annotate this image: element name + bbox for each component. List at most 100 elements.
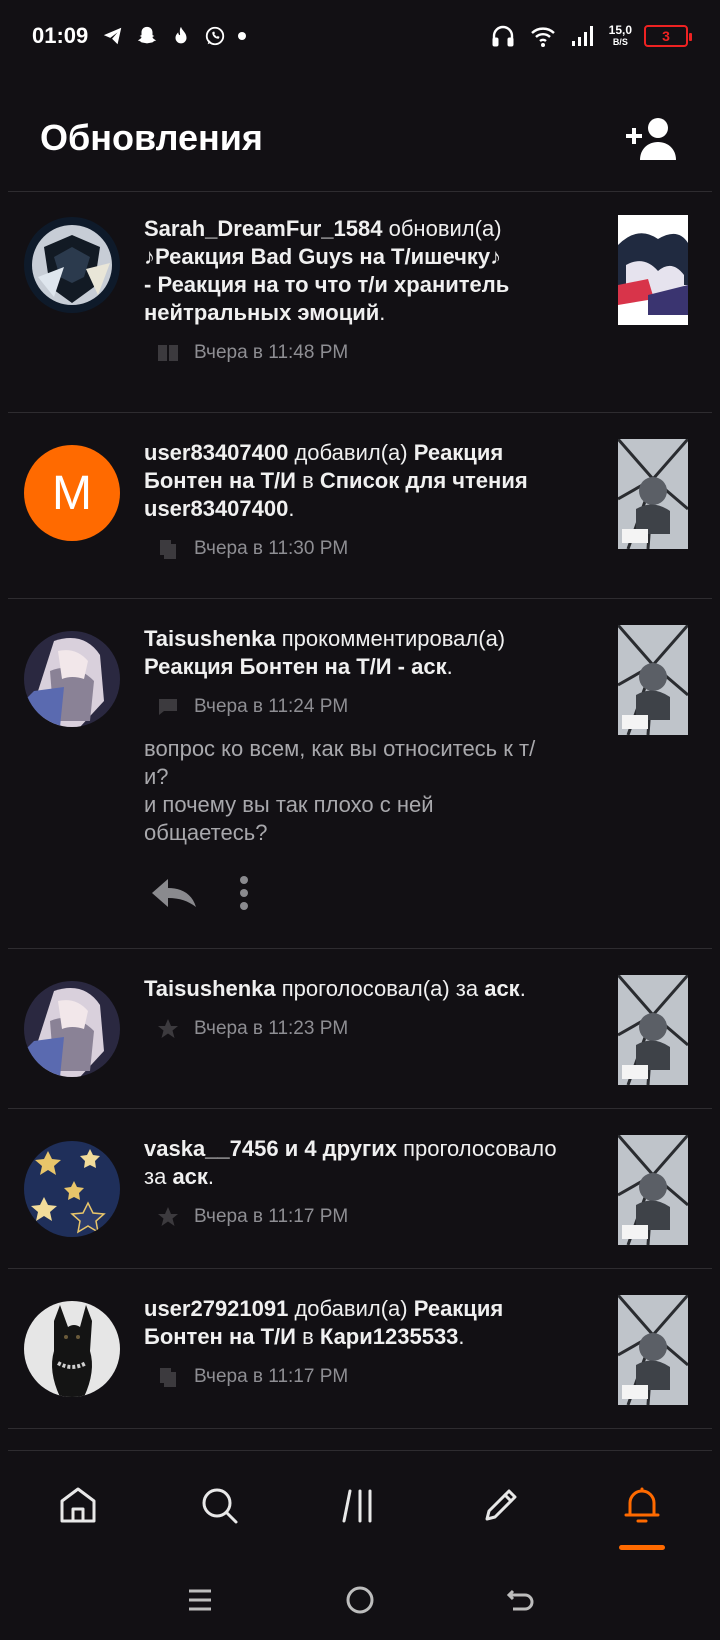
- add-person-icon: [626, 117, 676, 160]
- status-right: 15,0 B/S 3: [489, 22, 692, 50]
- item-meta: Вчера в 11:48 PM: [144, 341, 594, 365]
- item-meta: Вчера в 11:23 PM: [144, 1017, 594, 1041]
- action-text: в: [295, 468, 320, 493]
- list-item[interactable]: vaska__7456 и 4 других проголосовало за …: [8, 1109, 712, 1269]
- more-options-icon[interactable]: [238, 875, 250, 911]
- reading-list-link[interactable]: Кари1235533: [320, 1324, 459, 1349]
- timestamp: Вчера в 11:17 PM: [194, 1206, 349, 1227]
- story-cover[interactable]: [618, 439, 688, 549]
- part-link[interactable]: аск: [484, 976, 519, 1001]
- avatar[interactable]: [24, 1141, 120, 1237]
- item-text: Sarah_DreamFur_1584 обновил(а): [144, 215, 594, 243]
- item-body: Sarah_DreamFur_1584 обновил(а) ♪Реакция …: [144, 215, 594, 365]
- list-item[interactable]: Taisushenka прокомментировал(а) Реакция …: [8, 599, 712, 949]
- story-link[interactable]: ♪Реакция Bad Guys на Т/ишечку♪: [144, 244, 501, 269]
- avatar-image: [24, 981, 120, 1077]
- story-link[interactable]: Реакция: [414, 1296, 504, 1321]
- avatar-image: [24, 631, 120, 727]
- avatar-letter: M: [52, 466, 92, 520]
- story-cover[interactable]: [618, 1135, 688, 1245]
- part-link[interactable]: нейтральных эмоций: [144, 300, 379, 325]
- cover-image: [618, 975, 688, 1085]
- cover-image: [618, 439, 688, 549]
- item-text: user27921091 добавил(а) Реакция: [144, 1295, 594, 1323]
- flame-icon: [175, 26, 187, 44]
- story-title-line[interactable]: ♪Реакция Bad Guys на Т/ишечку♪: [144, 243, 594, 271]
- home-circle-icon[interactable]: [343, 1583, 377, 1617]
- user-link[interactable]: user83407400: [144, 440, 288, 465]
- comment-text[interactable]: вопрос ко всем, как вы относитесь к т/ и…: [144, 735, 594, 847]
- avatar[interactable]: [24, 1301, 120, 1397]
- story-link[interactable]: Реакция Бонтен на Т/И - аск: [144, 654, 447, 679]
- story-title-line[interactable]: нейтральных эмоций.: [144, 299, 594, 327]
- recent-apps-icon[interactable]: [183, 1583, 217, 1617]
- action-text: в: [295, 1324, 320, 1349]
- user-link[interactable]: vaska__7456 и 4 других: [144, 1136, 397, 1161]
- reading-list-link[interactable]: Список для чтения: [320, 468, 528, 493]
- nav-notifications[interactable]: [571, 1451, 712, 1558]
- item-text: Бонтен на Т/И в Кари1235533.: [144, 1323, 594, 1351]
- story-cover[interactable]: [618, 215, 688, 325]
- item-meta: Вчера в 11:17 PM: [144, 1205, 594, 1229]
- notification-dot: [238, 32, 247, 40]
- net-speed-unit: B/S: [612, 37, 628, 47]
- list-item[interactable]: Taisushenka проголосовал(а) за аск. Вчер…: [8, 949, 712, 1109]
- user-link[interactable]: user27921091: [144, 1296, 288, 1321]
- item-text: Бонтен на Т/И в Список для чтения: [144, 467, 594, 495]
- library-icon: [342, 1489, 372, 1522]
- story-link[interactable]: Реакция: [414, 440, 504, 465]
- punctuation: .: [379, 300, 386, 325]
- nav-write[interactable]: [430, 1451, 571, 1558]
- item-text: за аск.: [144, 1163, 594, 1191]
- whatsapp-icon: [206, 26, 225, 46]
- action-text: добавил(а): [288, 1296, 414, 1321]
- story-cover[interactable]: [618, 1295, 688, 1405]
- back-icon[interactable]: [503, 1583, 537, 1617]
- item-body: Taisushenka прокомментировал(а) Реакция …: [144, 625, 594, 911]
- signal-icon: [571, 26, 593, 46]
- avatar-image: [24, 1301, 120, 1397]
- user-link[interactable]: Taisushenka: [144, 976, 276, 1001]
- comment-line: общаетесь?: [144, 820, 268, 845]
- avatar[interactable]: [24, 981, 120, 1077]
- status-time: 01:09: [32, 23, 89, 48]
- item-text: Taisushenka прокомментировал(а): [144, 625, 594, 653]
- cover-image: [618, 625, 688, 735]
- reply-icon[interactable]: [150, 877, 198, 909]
- action-text: обновил(а): [382, 216, 502, 241]
- active-tab-indicator: [618, 1545, 665, 1550]
- comment-line: вопрос ко всем, как вы относитесь к т/: [144, 736, 536, 761]
- comment-line: и?: [144, 764, 169, 789]
- story-title-line[interactable]: - Реакция на то что т/и хранитель: [144, 271, 594, 299]
- part-link[interactable]: аск: [172, 1164, 207, 1189]
- story-link[interactable]: Бонтен на Т/И: [144, 468, 296, 493]
- list-item[interactable]: Sarah_DreamFur_1584 обновил(а) ♪Реакция …: [8, 193, 712, 413]
- user-link[interactable]: Taisushenka: [144, 626, 276, 651]
- story-cover[interactable]: [618, 975, 688, 1085]
- story-cover[interactable]: [618, 625, 688, 735]
- list-item[interactable]: M user83407400 добавил(а) Реакция Бонтен…: [8, 413, 712, 599]
- punctuation: .: [458, 1324, 465, 1349]
- nav-library[interactable]: [290, 1451, 431, 1558]
- item-meta: Вчера в 11:30 PM: [144, 537, 594, 561]
- book-icon: [158, 345, 178, 361]
- avatar[interactable]: M: [24, 445, 120, 541]
- item-body: vaska__7456 и 4 других проголосовало за …: [144, 1135, 594, 1229]
- nav-home[interactable]: [8, 1451, 149, 1558]
- part-link[interactable]: - Реакция на то что т/и хранитель: [144, 272, 509, 297]
- add-person-button[interactable]: [624, 114, 680, 162]
- page-title: Обновления: [40, 116, 263, 158]
- status-app-icons: [102, 25, 226, 47]
- headphones-icon: [492, 25, 514, 47]
- item-body: user83407400 добавил(а) Реакция Бонтен н…: [144, 439, 594, 561]
- nav-search[interactable]: [149, 1451, 290, 1558]
- avatar[interactable]: [24, 217, 120, 313]
- story-link[interactable]: Бонтен на Т/И: [144, 1324, 296, 1349]
- timestamp: Вчера в 11:24 PM: [194, 696, 349, 717]
- list-item[interactable]: user27921091 добавил(а) Реакция Бонтен н…: [8, 1269, 712, 1429]
- reading-list-owner-link[interactable]: user83407400: [144, 496, 288, 521]
- item-body: Taisushenka проголосовал(а) за аск. Вчер…: [144, 975, 594, 1041]
- timestamp: Вчера в 11:48 PM: [194, 342, 349, 363]
- avatar[interactable]: [24, 631, 120, 727]
- user-link[interactable]: Sarah_DreamFur_1584: [144, 216, 382, 241]
